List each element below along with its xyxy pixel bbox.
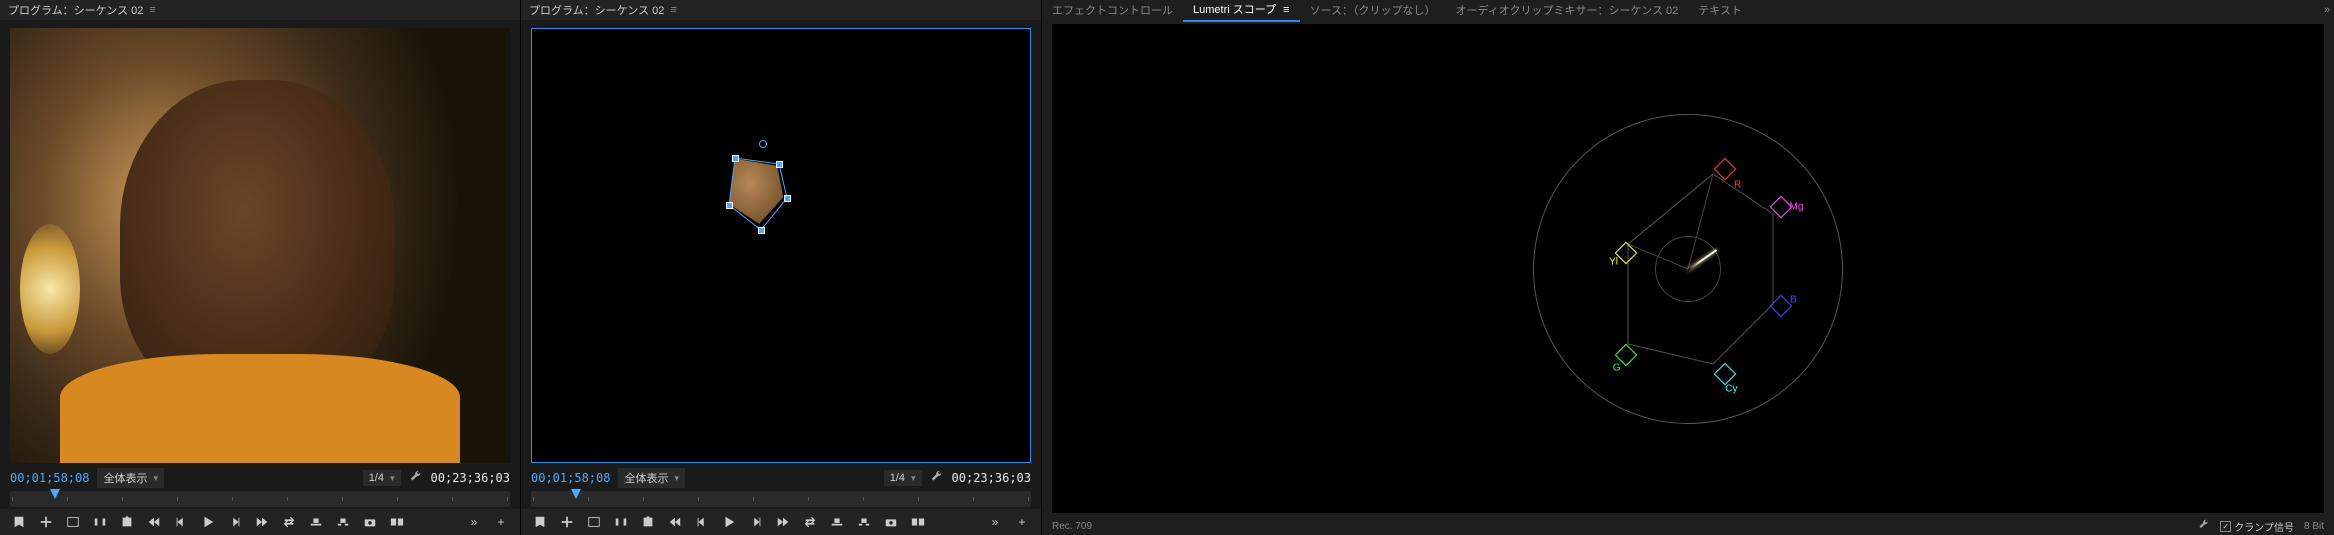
step-back-button[interactable] [172, 513, 190, 531]
panel-title: プログラム：シーケンス 02 [8, 2, 143, 18]
scope-label-g: G [1613, 362, 1621, 373]
tabs-overflow-icon[interactable]: » [2320, 2, 2334, 18]
duration-timecode: 00;23;36;03 [952, 471, 1031, 485]
program-monitor-center: プログラム：シーケンス 02 ≡ 00;01;58 [521, 0, 1042, 535]
scope-label-cy: Cy [1725, 384, 1737, 395]
scope-label-yl: Yl [1609, 257, 1618, 268]
panel-title: プログラム：シーケンス 02 [529, 2, 664, 18]
scope-label-r: R [1734, 179, 1741, 190]
panel-header: プログラム：シーケンス 02 ≡ [521, 0, 1041, 20]
resolution-dropdown[interactable]: 1/4 ▾ [363, 470, 401, 486]
panel-menu-icon[interactable]: ≡ [670, 4, 676, 16]
export-frame-button[interactable] [639, 513, 657, 531]
video-viewport[interactable] [531, 28, 1031, 463]
fit-dropdown[interactable]: 全体表示 ▾ [618, 468, 685, 488]
panel-header: プログラム：シーケンス 02 ≡ [0, 0, 520, 20]
mask-vertex[interactable] [726, 202, 733, 209]
chevron-down-icon: ▾ [390, 473, 395, 484]
overflow-button[interactable]: » [986, 513, 1004, 531]
scope-label-b: B [1790, 294, 1797, 305]
video-content [532, 29, 1030, 462]
step-forward-many-button[interactable] [774, 513, 792, 531]
scope-footer: Rec. 709 ✓ クランプ信号 8 Bit [1042, 517, 2334, 535]
colorspace-label: Rec. 709 [1052, 521, 1092, 532]
monitor-info-row: 00;01;58;08 全体表示 ▾ 1/4 ▾ 00;23;36;03 [521, 467, 1041, 489]
tab-audio-mixer[interactable]: オーディオクリップミキサー：シーケンス 02 [1446, 0, 1689, 21]
wrench-icon[interactable] [409, 470, 423, 487]
fit-dropdown[interactable]: 全体表示 ▾ [97, 468, 164, 488]
tab-source[interactable]: ソース：（クリップなし） [1300, 0, 1446, 21]
mask-vertex[interactable] [758, 227, 765, 234]
safe-margin-button[interactable] [585, 513, 603, 531]
play-button[interactable] [199, 513, 217, 531]
chevron-down-icon: ▾ [153, 473, 158, 484]
in-out-button[interactable] [612, 513, 630, 531]
transport-controls: » + [0, 509, 520, 535]
mask-vertex[interactable] [776, 161, 783, 168]
marker-nav-button[interactable] [37, 513, 55, 531]
resolution-dropdown[interactable]: 1/4 ▾ [884, 470, 922, 486]
mask-vertex[interactable] [784, 195, 791, 202]
extract-button[interactable] [855, 513, 873, 531]
add-button[interactable]: + [492, 513, 510, 531]
current-timecode[interactable]: 00;01;58;08 [531, 471, 610, 485]
tab-text[interactable]: テキスト [1688, 0, 1752, 21]
vectorscope: R Mg B Cy G Yl [1533, 114, 1843, 424]
bitdepth-label[interactable]: 8 Bit [2304, 521, 2324, 532]
chevron-down-icon: ▾ [674, 473, 679, 484]
overflow-button[interactable]: » [465, 513, 483, 531]
tabs-header: エフェクトコントロール Lumetri スコープ ≡ ソース：（クリップなし） … [1042, 0, 2334, 20]
transport-controls: » + [521, 509, 1041, 535]
lift-button[interactable] [828, 513, 846, 531]
add-marker-button[interactable] [531, 513, 549, 531]
lift-button[interactable] [307, 513, 325, 531]
mask-rotate-handle[interactable] [759, 140, 767, 148]
camera-icon[interactable] [882, 513, 900, 531]
lumetri-scopes-panel: エフェクトコントロール Lumetri スコープ ≡ ソース：（クリップなし） … [1042, 0, 2334, 535]
panel-menu-icon[interactable]: ≡ [149, 4, 155, 16]
step-back-many-button[interactable] [145, 513, 163, 531]
duration-timecode: 00;23;36;03 [431, 471, 510, 485]
mask-vertex[interactable] [732, 155, 739, 162]
export-frame-button[interactable] [118, 513, 136, 531]
video-content [10, 28, 510, 463]
video-viewport[interactable] [10, 28, 510, 463]
step-back-many-button[interactable] [666, 513, 684, 531]
comparison-button[interactable] [909, 513, 927, 531]
mask-shape[interactable] [721, 150, 791, 240]
wrench-icon[interactable] [930, 470, 944, 487]
tab-effect-controls[interactable]: エフェクトコントロール [1042, 0, 1183, 21]
in-out-button[interactable] [91, 513, 109, 531]
clamp-signal-checkbox[interactable]: ✓ クランプ信号 [2220, 519, 2294, 534]
camera-icon[interactable] [361, 513, 379, 531]
step-forward-button[interactable] [747, 513, 765, 531]
scope-label-mg: Mg [1790, 201, 1804, 212]
monitor-area: 00;01;58;08 全体表示 ▾ 1/4 ▾ 00;23;36;03 [521, 20, 1041, 535]
monitor-area: 00;01;58;08 全体表示 ▾ 1/4 ▾ 00;23;36;03 [0, 20, 520, 535]
safe-margin-button[interactable] [64, 513, 82, 531]
marker-nav-button[interactable] [558, 513, 576, 531]
step-back-button[interactable] [693, 513, 711, 531]
step-forward-many-button[interactable] [253, 513, 271, 531]
vectorscope-area[interactable]: R Mg B Cy G Yl [1052, 24, 2324, 513]
step-forward-button[interactable] [226, 513, 244, 531]
mini-timeline[interactable] [531, 491, 1031, 507]
tab-lumetri-scopes[interactable]: Lumetri スコープ ≡ [1183, 0, 1300, 22]
chevron-down-icon: ▾ [911, 473, 916, 484]
add-marker-button[interactable] [10, 513, 28, 531]
scope-settings-icon[interactable] [2198, 519, 2210, 534]
comparison-button[interactable] [388, 513, 406, 531]
add-button[interactable]: + [1013, 513, 1031, 531]
current-timecode[interactable]: 00;01;58;08 [10, 471, 89, 485]
play-button[interactable] [720, 513, 738, 531]
loop-button[interactable] [801, 513, 819, 531]
mini-timeline[interactable] [10, 491, 510, 507]
loop-button[interactable] [280, 513, 298, 531]
monitor-info-row: 00;01;58;08 全体表示 ▾ 1/4 ▾ 00;23;36;03 [0, 467, 520, 489]
program-monitor-left: プログラム：シーケンス 02 ≡ 00;01;58;08 全体表示 ▾ 1/4 … [0, 0, 521, 535]
panel-menu-icon[interactable]: ≡ [1283, 4, 1289, 16]
extract-button[interactable] [334, 513, 352, 531]
